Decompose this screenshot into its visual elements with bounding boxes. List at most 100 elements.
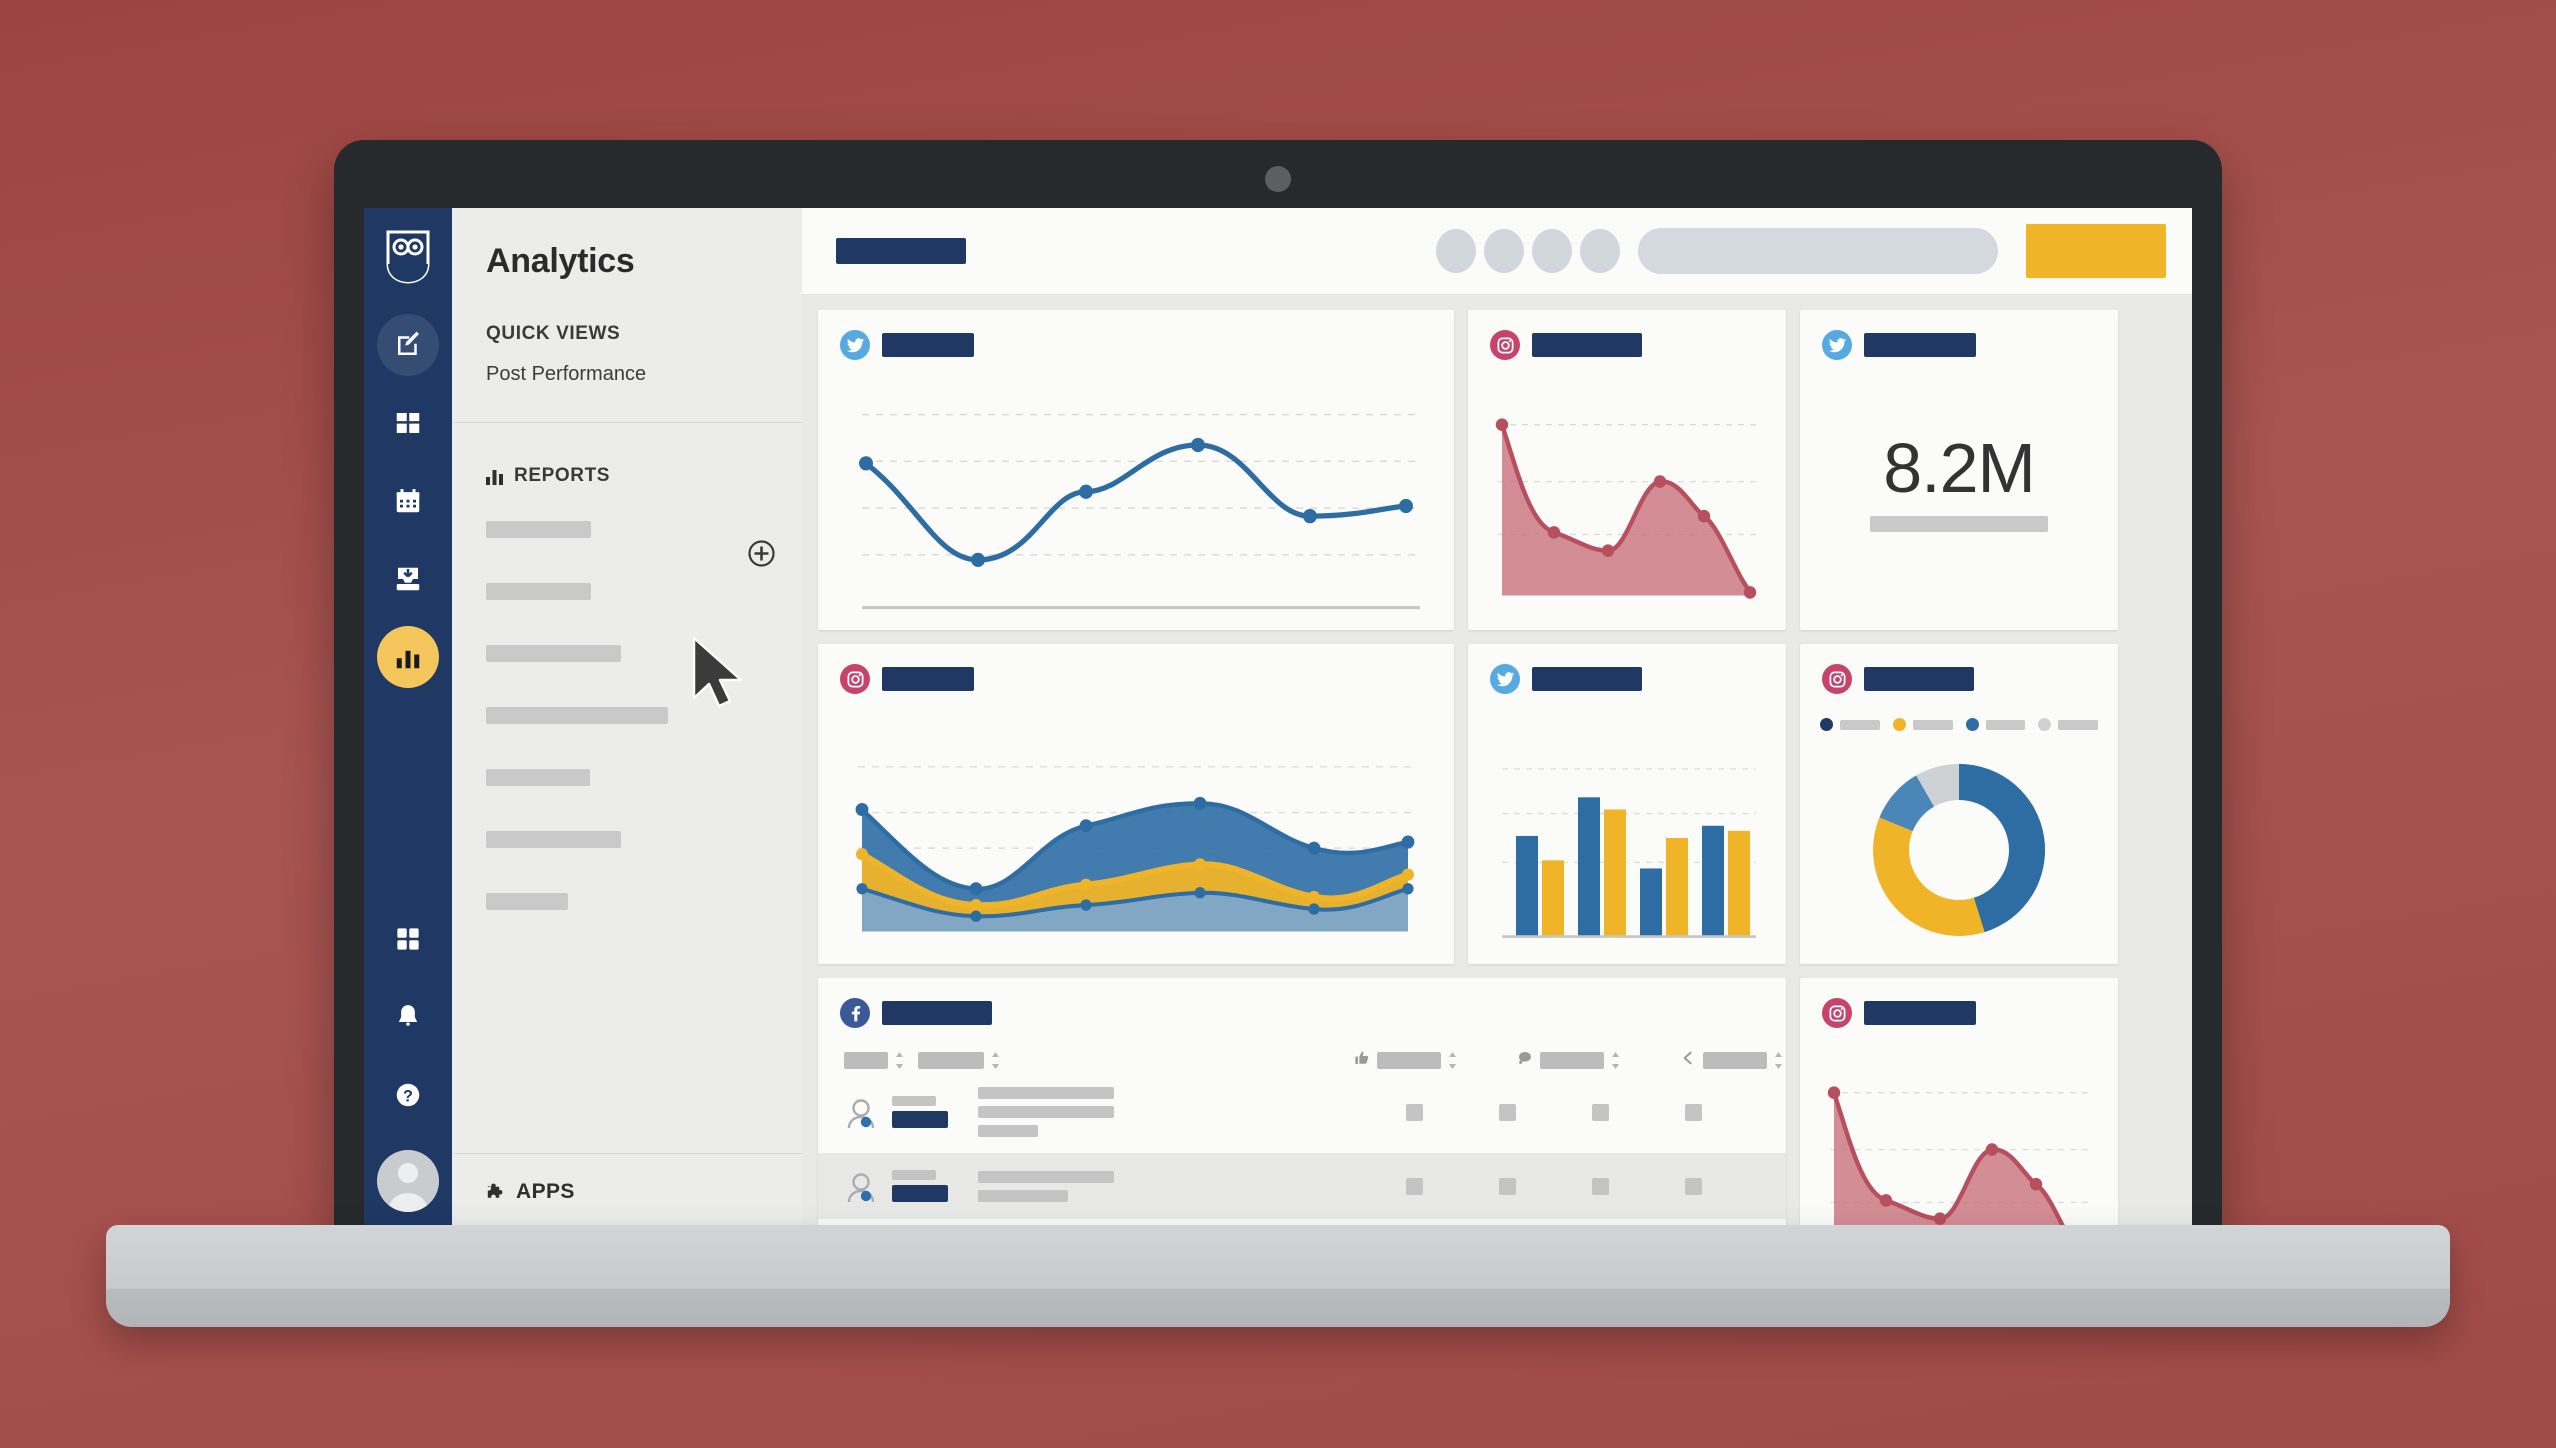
card-area-instagram-2[interactable] — [1800, 978, 2118, 1228]
twitter-bird-icon — [1490, 664, 1520, 694]
sidebar-item-analytics[interactable] — [377, 626, 439, 688]
page-title: Analytics — [486, 242, 635, 280]
report-list-item[interactable] — [486, 769, 590, 786]
plus-circle-icon[interactable] — [747, 539, 776, 568]
svg-text:?: ? — [403, 1087, 413, 1105]
report-list-item[interactable] — [486, 583, 591, 600]
table-column-header[interactable] — [1517, 1050, 1620, 1071]
apps-link[interactable]: APPS — [452, 1180, 802, 1228]
top-toolbar — [802, 208, 2192, 294]
avatar[interactable] — [377, 1150, 439, 1212]
sidebar-item-compose[interactable] — [377, 314, 439, 376]
laptop-base — [106, 1225, 2450, 1327]
screen: ? Analytics QUICK VIEWS Post Performance — [364, 208, 2192, 1228]
sidebar-item-apps[interactable] — [377, 908, 439, 970]
facebook-f-icon — [840, 998, 870, 1028]
user-avatar-icon — [847, 1099, 875, 1129]
quick-view-post-performance[interactable]: Post Performance — [452, 345, 802, 386]
handle-placeholder — [892, 1185, 948, 1202]
sidebar-item-notifications[interactable] — [377, 986, 439, 1048]
card-stat-twitter[interactable]: 8.2M — [1800, 310, 2118, 630]
analytics-panel: Analytics QUICK VIEWS Post Performance R… — [452, 208, 802, 1228]
card-title-placeholder — [882, 667, 974, 691]
text-placeholder — [978, 1125, 1038, 1137]
icon-rail: ? — [364, 208, 452, 1228]
create-report-button[interactable] — [2026, 224, 2166, 278]
card-header — [1800, 310, 2118, 360]
dashboard-card-grid: 8.2M — [802, 294, 2192, 1228]
laptop-mockup: ? Analytics QUICK VIEWS Post Performance — [106, 140, 2450, 1327]
toolbar-avatar[interactable] — [1484, 229, 1524, 273]
stat-caption-placeholder — [1870, 516, 2048, 532]
report-skeleton-list — [452, 521, 802, 910]
table-column-header[interactable] — [1354, 1050, 1457, 1071]
toolbar-avatar-group[interactable] — [1436, 229, 1620, 273]
stacked-area-chart — [818, 716, 1454, 964]
area-chart — [1468, 382, 1786, 630]
card-area-instagram[interactable] — [1468, 310, 1786, 630]
sidebar-item-planner[interactable] — [377, 470, 439, 532]
bar-chart-icon — [486, 469, 503, 485]
table-column-header[interactable] — [1680, 1050, 1783, 1071]
legend-label-placeholder — [1912, 719, 1953, 730]
sidebar-item-inbox[interactable] — [377, 548, 439, 610]
instagram-camera-icon — [840, 664, 870, 694]
toolbar-avatar[interactable] — [1580, 229, 1620, 273]
metric-cell — [1592, 1103, 1609, 1121]
user-avatar-icon — [377, 1150, 439, 1212]
card-stacked-area-instagram[interactable] — [818, 644, 1454, 964]
table-row[interactable] — [818, 1071, 1786, 1153]
report-list-item[interactable] — [486, 521, 591, 538]
handle-placeholder — [892, 1096, 936, 1106]
stat-value: 8.2M — [1883, 429, 2036, 507]
table-column-header[interactable] — [844, 1052, 904, 1069]
card-bars-twitter[interactable] — [1468, 644, 1786, 964]
instagram-camera-icon — [1822, 664, 1852, 694]
table-row[interactable] — [818, 1153, 1786, 1219]
toolbar-avatar[interactable] — [1532, 229, 1572, 273]
quick-views-label: QUICK VIEWS — [486, 323, 621, 344]
card-title-placeholder — [1532, 333, 1642, 357]
help-icon: ? — [396, 1083, 420, 1107]
card-header — [818, 310, 1454, 360]
search-input[interactable] — [1638, 228, 1998, 274]
sidebar-item-help[interactable]: ? — [377, 1064, 439, 1126]
legend-color-dot — [1965, 718, 1979, 731]
card-title-placeholder — [1532, 667, 1642, 691]
card-title-placeholder — [882, 1001, 992, 1025]
sidebar-item-streams[interactable] — [377, 392, 439, 454]
metric-cell — [1499, 1177, 1516, 1195]
panel-bottom-divider — [452, 1153, 802, 1154]
twitter-bird-icon — [1822, 330, 1852, 360]
text-placeholder — [978, 1087, 1114, 1099]
inbox-icon — [396, 567, 420, 591]
card-header — [1468, 644, 1786, 694]
table-header-row — [818, 1028, 1786, 1071]
apps-grid-icon — [397, 928, 419, 950]
user-avatar-icon — [847, 1173, 875, 1203]
report-list-item[interactable] — [486, 893, 568, 910]
column-label-placeholder — [1540, 1052, 1604, 1069]
handle-placeholder — [892, 1170, 936, 1180]
twitter-bird-icon — [840, 330, 870, 360]
text-placeholder — [978, 1189, 1068, 1202]
card-line-twitter[interactable] — [818, 310, 1454, 630]
card-table-facebook[interactable] — [818, 978, 1786, 1228]
instagram-camera-icon — [1822, 998, 1852, 1028]
card-title-placeholder — [882, 333, 974, 357]
donut-legend — [1820, 718, 2104, 731]
card-donut-instagram[interactable] — [1800, 644, 2118, 964]
toolbar-avatar[interactable] — [1436, 229, 1476, 273]
report-list-item[interactable] — [486, 707, 668, 724]
metric-cell — [1406, 1177, 1423, 1195]
report-list-item[interactable] — [486, 645, 621, 662]
main-content: 8.2M — [802, 208, 2192, 1228]
bar-chart — [1468, 716, 1786, 964]
comment-icon — [1517, 1050, 1533, 1071]
report-list-item[interactable] — [486, 831, 621, 848]
table-column-header[interactable] — [918, 1052, 1000, 1069]
apps-label: APPS — [516, 1180, 575, 1203]
row-text — [978, 1087, 1114, 1137]
hootsuite-owl-logo[interactable] — [384, 230, 432, 284]
legend-color-dot — [1820, 718, 1833, 731]
